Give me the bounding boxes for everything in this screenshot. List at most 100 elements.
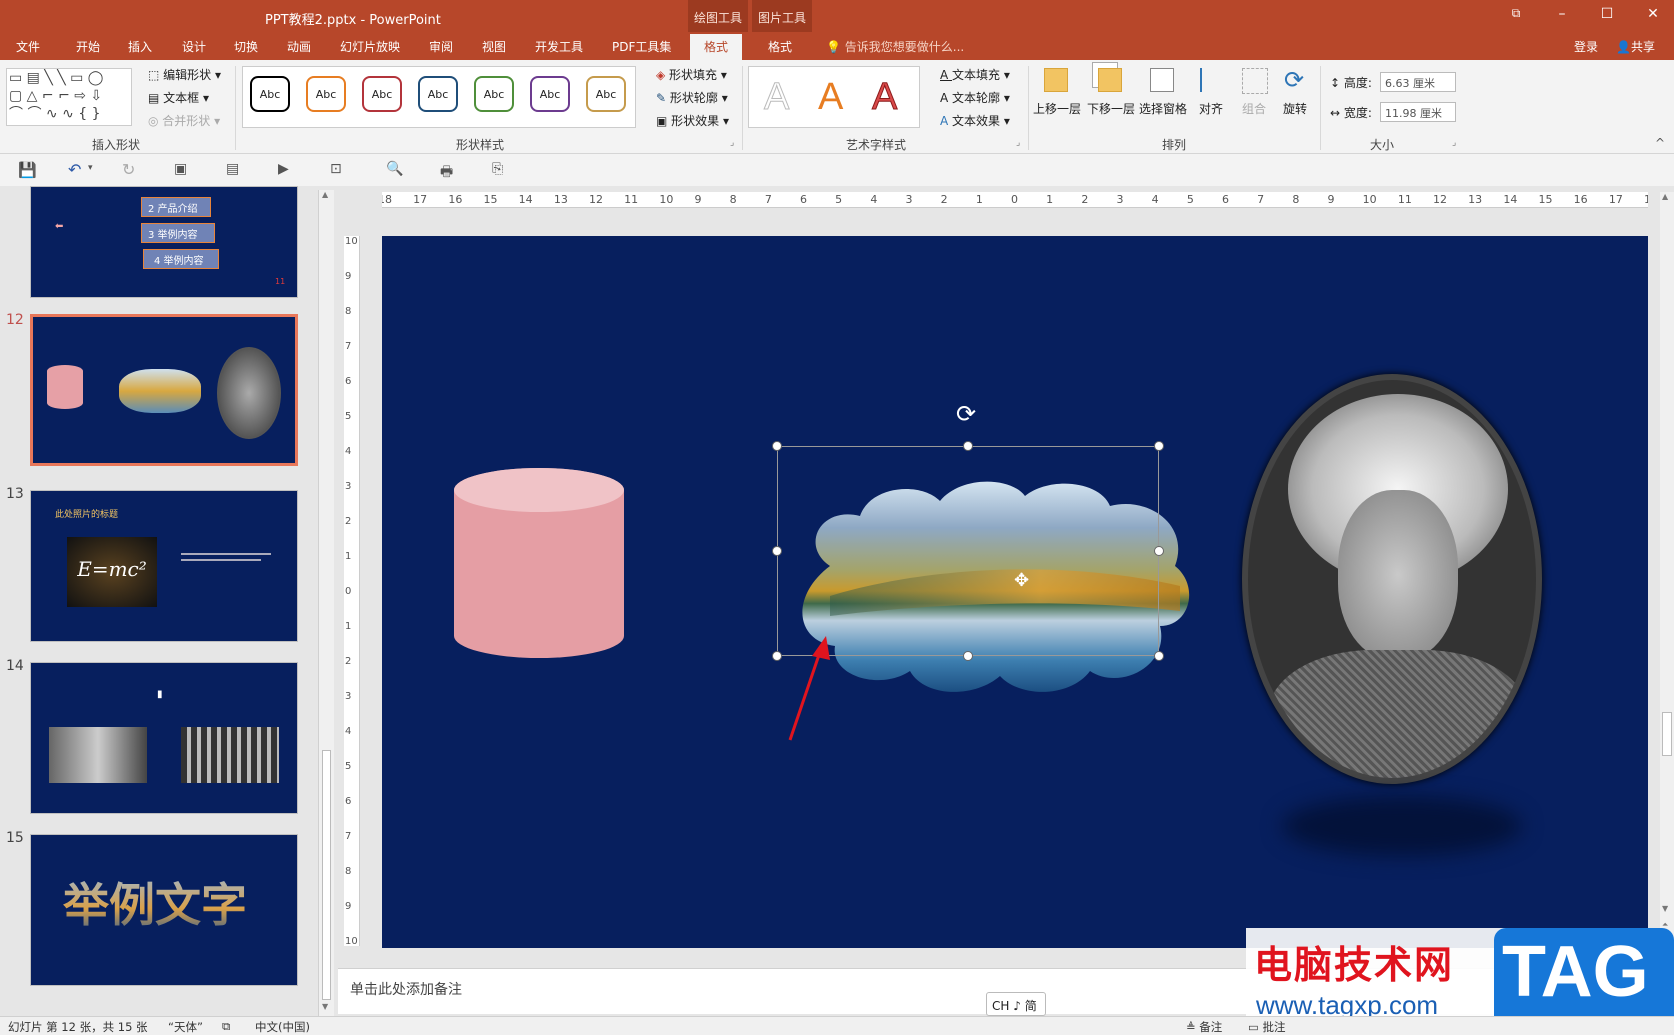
tab-insert[interactable]: 插入 [128,38,152,55]
undo-icon[interactable]: ↶ [68,160,81,179]
selection-pane-button[interactable]: 选择窗格 [1139,100,1187,117]
layout-icon[interactable]: ▤ [226,161,239,177]
bring-forward-button[interactable]: 上移一层 [1033,100,1081,117]
rotate-button[interactable]: 旋转 [1283,100,1307,117]
text-effects-button[interactable]: A 文本效果 ▾ [940,112,1010,129]
present-icon[interactable]: ⊡ [330,161,342,177]
tab-view[interactable]: 视图 [482,38,506,55]
dialog-launcher-icon[interactable]: ⌟ [1452,138,1456,148]
preview-icon[interactable]: 🔍 [386,161,403,177]
shape-style-1[interactable]: Abc [250,76,290,112]
shape-style-5[interactable]: Abc [474,76,514,112]
resize-handle-w[interactable] [772,546,782,556]
wordart-style-1[interactable]: A [763,76,789,119]
send-backward-icon [1098,68,1122,92]
tab-transitions[interactable]: 切换 [234,38,258,55]
maximize-button[interactable]: ☐ [1597,6,1617,22]
slide-canvas[interactable]: ⟳ ✥ [382,236,1648,948]
scroll-down-icon[interactable]: ▼ [1662,904,1668,913]
resize-handle-s[interactable] [963,651,973,661]
height-label: ↕ 高度: [1330,76,1372,90]
rotate-handle-icon[interactable]: ⟳ [956,400,976,428]
tab-format-picture[interactable]: 格式 [768,38,792,55]
ruler-tick-label: 8 [345,866,352,877]
login-link[interactable]: 登录 [1574,38,1598,55]
ruler-tick-label: 9 [694,193,702,206]
scrollbar-thumb[interactable] [1662,712,1672,756]
minimize-button[interactable]: – [1552,6,1572,22]
shape-outline-button[interactable]: ✎ 形状轮廓 ▾ [656,89,728,106]
merge-shapes-button[interactable]: ◎ 合并形状 ▾ [148,112,220,129]
send-backward-button[interactable]: 下移一层 [1087,100,1135,117]
comments-toggle[interactable]: ▭ 批注 [1248,1019,1286,1035]
shape-effects-button[interactable]: ▣ 形状效果 ▾ [656,112,729,129]
tab-developer[interactable]: 开发工具 [535,38,583,55]
shapes-gallery[interactable]: ▭ ▤ ╲ ╲ ▭ ◯ ▢ △ ⌐ ⌐ ⇨ ⇩ ⌒ ⌒ ∿ ∿ { } [6,68,132,126]
redo-icon[interactable]: ↻ [122,160,135,179]
shape-style-7[interactable]: Abc [586,76,626,112]
text-outline-button[interactable]: A 文本轮廓 ▾ [940,89,1010,106]
ruler-tick-label: 3 [905,193,913,206]
notes-toggle[interactable]: ≜ 备注 [1186,1019,1222,1035]
tab-design[interactable]: 设计 [182,38,206,55]
shape-style-6[interactable]: Abc [530,76,570,112]
restore-ribbon-icon[interactable]: ⧉ [1506,6,1526,21]
scroll-up-icon[interactable]: ▲ [1662,192,1668,201]
resize-handle-nw[interactable] [772,441,782,451]
shape-style-4[interactable]: Abc [418,76,458,112]
group-button[interactable]: 组合 [1242,100,1266,117]
slide-thumbnail-12[interactable] [30,314,298,466]
slide-thumbnail-14[interactable]: ▮ [30,662,298,814]
language-indicator[interactable]: 中文(中国) [255,1019,310,1035]
slideshow-icon[interactable]: ▶ [278,161,289,177]
slide-scrollbar[interactable]: ▲ ▼ ⏶ ⏷ [1660,192,1674,1012]
close-button[interactable]: ✕ [1643,6,1663,22]
resize-handle-n[interactable] [963,441,973,451]
thumbnail-scrollbar[interactable]: ▲ ▼ [318,190,334,1016]
ime-indicator[interactable]: CH ♪ 简 [986,992,1046,1016]
save-icon[interactable]: 💾 [18,161,37,179]
notes-placeholder[interactable]: 单击此处添加备注 [350,979,462,999]
edit-shape-button[interactable]: ⬚ 编辑形状 ▾ [148,66,221,83]
dialog-launcher-icon[interactable]: ⌟ [730,138,734,148]
tab-format-drawing[interactable]: 格式 [690,34,743,60]
tab-pdf-tools[interactable]: PDF工具集 [612,38,671,55]
resize-handle-sw[interactable] [772,651,782,661]
shape-style-2[interactable]: Abc [306,76,346,112]
export-icon[interactable]: ⎘ [492,161,503,177]
tab-home[interactable]: 开始 [76,38,100,55]
align-button[interactable]: 对齐 [1199,100,1223,117]
spellcheck-icon[interactable]: ⧉ [222,1019,230,1034]
text-fill-button[interactable]: A 文本填充 ▾ [940,66,1010,83]
tab-animations[interactable]: 动画 [287,38,311,55]
shape-style-3[interactable]: Abc [362,76,402,112]
new-slide-icon[interactable]: ▣ [174,161,187,177]
group-label-shape-styles: 形状样式 [456,138,505,152]
collapse-ribbon-icon[interactable]: ^ [1655,136,1665,150]
tab-file[interactable]: 文件 [16,38,40,55]
wordart-style-3[interactable]: A [871,76,897,119]
slide-thumbnail-13[interactable]: 此处照片的标题 E=mc² [30,490,298,642]
width-field[interactable]: 11.98 厘米 [1380,102,1456,122]
tell-me-search[interactable]: 💡 告诉我您想要做什么... [826,38,964,55]
resize-handle-e[interactable] [1154,546,1164,556]
dialog-launcher-icon[interactable]: ⌟ [1016,138,1020,148]
shape-fill-button[interactable]: ◈ 形状填充 ▾ [656,66,727,83]
horizontal-ruler: 1817161514131211109876543210123456789101… [382,192,1648,208]
print-icon[interactable]: 🖶 [440,161,453,185]
undo-dropdown-icon[interactable]: ▾ [88,163,93,173]
share-button[interactable]: 👤共享 [1616,38,1655,55]
wordart-style-2[interactable]: A [818,76,843,119]
portrait-oval-picture[interactable] [1242,374,1542,784]
tab-slideshow[interactable]: 幻灯片放映 [340,38,400,55]
height-field[interactable]: 6.63 厘米 [1380,72,1456,92]
tab-review[interactable]: 审阅 [429,38,453,55]
resize-handle-se[interactable] [1154,651,1164,661]
scroll-down-icon[interactable]: ▼ [322,1002,328,1011]
scroll-up-icon[interactable]: ▲ [322,190,328,199]
resize-handle-ne[interactable] [1154,441,1164,451]
slide-thumbnail-11[interactable]: 2 产品介绍 3 举例内容 4 举例内容 ⬅ 11 [30,186,298,298]
textbox-button[interactable]: ▤ 文本框 ▾ [148,89,209,106]
slide-thumbnail-15[interactable]: 举例文字 [30,834,298,986]
scrollbar-thumb[interactable] [322,750,331,1000]
